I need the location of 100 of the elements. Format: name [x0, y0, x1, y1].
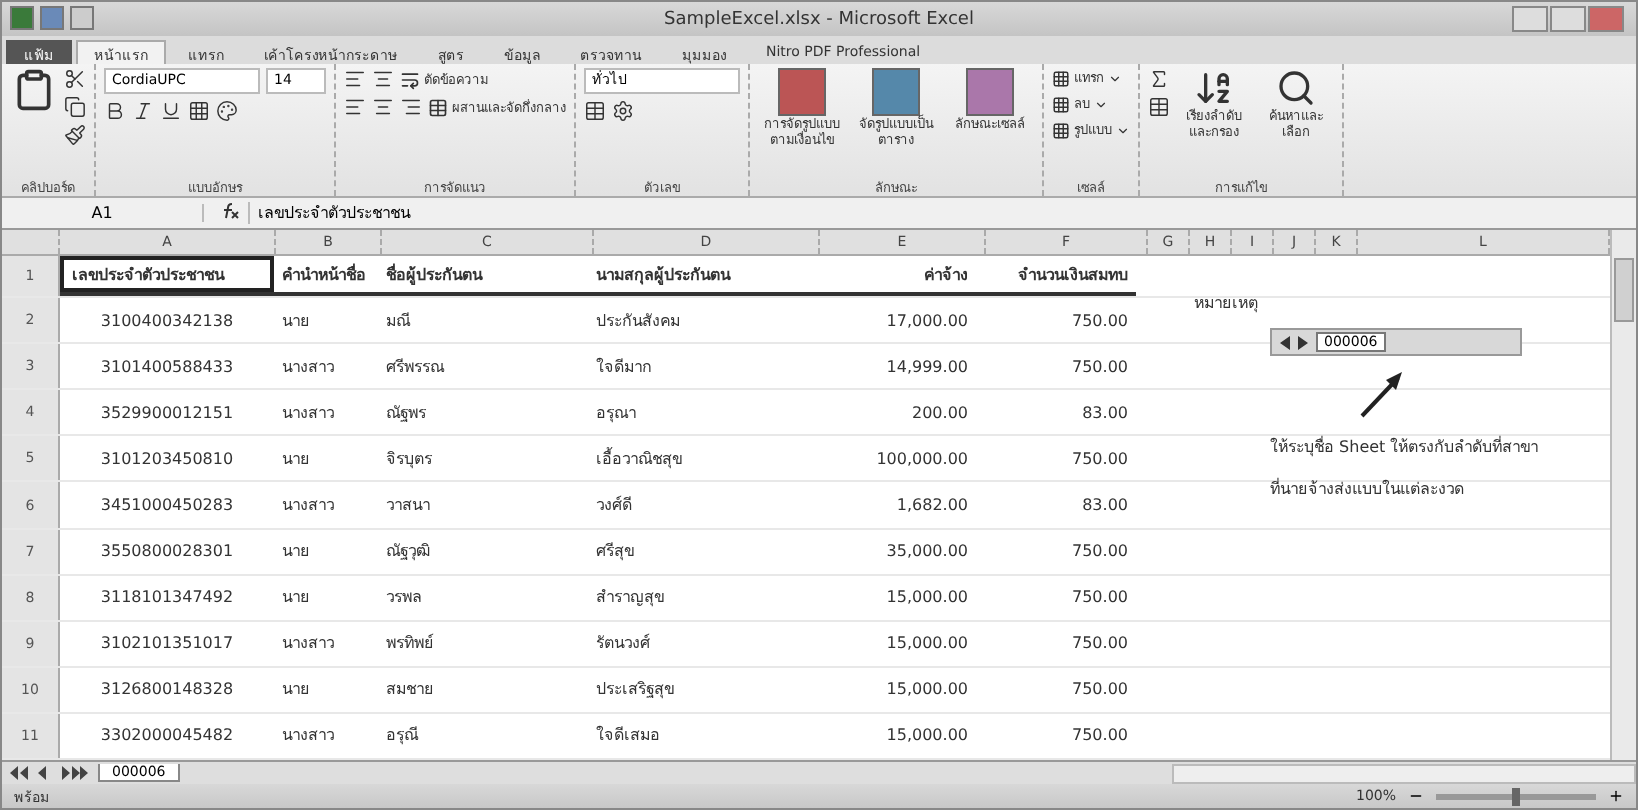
nav-arrows-icon [1280, 335, 1308, 349]
table-cell-text: 200.00 [910, 401, 970, 426]
table-cell-text: ประเสริฐสุข [594, 678, 676, 703]
table-cell-text: มณี [384, 309, 413, 334]
bold-icon[interactable] [104, 100, 126, 122]
minimize-button[interactable] [1512, 6, 1548, 32]
table-cell-text: นาย [280, 447, 312, 472]
table-cell-text: อรุณี [384, 724, 421, 749]
grid-icon [1052, 121, 1070, 139]
header-cell-text: คำนำหน้าชื่อ [280, 261, 368, 288]
table-cell-text: 100,000.00 [874, 447, 970, 472]
cut-icon[interactable] [64, 68, 86, 90]
name-box[interactable]: A1 [2, 204, 204, 222]
table-cell-text: ประกันสังคม [594, 309, 682, 334]
table-cell-text: ใจดีมาก [594, 355, 654, 380]
italic-icon[interactable] [132, 100, 154, 122]
table-cell-text: 15,000.00 [884, 724, 970, 749]
grid-icon [1052, 69, 1070, 87]
table-cell-text: นาย [280, 586, 312, 611]
table-cell-text: วาสนา [384, 494, 432, 518]
table-cell-text: ศรีสุข [594, 540, 636, 565]
table-cell-text: 83.00 [1080, 494, 1130, 518]
table-cell-text: 35,000.00 [884, 540, 970, 565]
header-cell-text: จำนวนเงินสมทบ [1016, 263, 1130, 288]
table-cell-text: นางสาว [280, 401, 336, 426]
table-cell-text: นางสาว [280, 355, 336, 380]
fill-color-icon[interactable] [216, 100, 238, 122]
align-center-icon[interactable] [372, 96, 394, 118]
table-cell-text: นาย [280, 309, 312, 334]
underline-icon[interactable] [160, 100, 182, 122]
table-cell-text: 3529900012151 [98, 401, 236, 426]
table-cell-text: 15,000.00 [884, 586, 970, 611]
table-cell-text: ใจดีเสมอ [594, 723, 662, 749]
table-cell-text: 3101203450810 [98, 447, 236, 472]
table-cell-text: 15,000.00 [884, 632, 970, 657]
table-cell-text: 750.00 [1070, 447, 1130, 472]
formula-field[interactable]: เลขประจำตัวประชาชน [258, 200, 1636, 226]
table-cell-text: 750.00 [1070, 540, 1130, 565]
table-cell-text: 3100400342138 [98, 309, 236, 334]
header-cell-text: นามสกุลผู้ประกันตน [594, 263, 733, 289]
zoom-in-icon[interactable] [1608, 788, 1624, 804]
copy-icon[interactable] [64, 96, 86, 118]
header-cell-text: ค่าจ้าง [922, 263, 970, 288]
table-cell-text: 750.00 [1070, 355, 1130, 380]
maximize-button[interactable] [1550, 6, 1586, 32]
header-cell-text: ชื่อผู้ประกันตน [384, 261, 485, 289]
table-cell-text: 750.00 [1070, 309, 1130, 334]
align-left-icon[interactable] [344, 96, 366, 118]
autosum-icon[interactable] [1148, 68, 1170, 90]
table-cell-text: 17,000.00 [884, 309, 970, 334]
table-cell-text: 750.00 [1070, 678, 1130, 703]
wrap-text-icon [400, 69, 420, 89]
table-cell-text: เอื้อวาณิชสุข [594, 445, 684, 473]
search-icon [1276, 68, 1316, 108]
merge-icon [428, 97, 448, 117]
border-icon[interactable] [188, 100, 210, 122]
vertical-scrollbar[interactable] [1610, 230, 1636, 760]
table-cell-text: 3118101347492 [98, 586, 236, 611]
table-cell-text: ณัฐพร [384, 401, 428, 426]
format-painter-icon[interactable] [64, 124, 86, 146]
table-cell-text: 750.00 [1070, 724, 1130, 749]
table-cell-text: 750.00 [1070, 586, 1130, 611]
table-cell-text: 3550800028301 [98, 540, 236, 565]
table-cell-text: 3102101351017 [98, 632, 236, 657]
window-title: SampleExcel.xlsx - Microsoft Excel [664, 9, 974, 29]
table-cell-text: 14,999.00 [884, 355, 970, 380]
table-cell-text: 3126800148328 [98, 678, 236, 703]
table-cell-text: 1,682.00 [894, 494, 970, 518]
table-cell-text: อรุณา [594, 401, 638, 427]
table-cell-text: ศรีพรรณ [384, 355, 447, 380]
table-cell-text: 3101400588433 [98, 355, 236, 380]
table-cell-text: วรพล [384, 586, 424, 611]
table-cell-text: นางสาว [280, 724, 336, 749]
note-text: ที่นายจ้างส่งแบบในแต่ละงวด [1270, 476, 1466, 502]
table-cell-text: พรทิพย์ [384, 631, 436, 657]
table-cell-text: วงศ์ดี [594, 493, 634, 518]
paste-icon[interactable] [12, 68, 56, 112]
table-cell-text: 750.00 [1070, 632, 1130, 657]
table-cell-text: สมชาย [384, 678, 436, 703]
table-cell-text: 83.00 [1080, 401, 1130, 426]
table-cell-text: ณัฐวุฒิ [384, 540, 432, 565]
grid-icon [1052, 95, 1070, 113]
table-cell-text: รัตนวงศ์ [594, 631, 652, 657]
horizontal-scrollbar[interactable] [1172, 763, 1636, 783]
table-cell-text: จิรบุตร [384, 447, 434, 473]
sort-icon [1194, 68, 1234, 108]
table-cell-text: นาย [280, 540, 312, 565]
table-cell-text: นางสาว [280, 494, 336, 518]
table-cell-text: 3451000450283 [98, 494, 236, 518]
sheet-nav-icon[interactable] [10, 766, 90, 780]
note-title: หมายเหตุ [1194, 292, 1260, 316]
table-cell-text: 15,000.00 [884, 678, 970, 703]
table-cell-text: นาย [280, 678, 312, 703]
table-cell-text: นางสาว [280, 632, 336, 657]
zoom-thumb[interactable] [1512, 787, 1520, 805]
align-right-icon[interactable] [400, 96, 422, 118]
table-cell-text: สำราญสุข [594, 586, 666, 611]
header-cell: เลขประจำตัวประชาชน [60, 256, 274, 293]
table-cell-text: 3302000045482 [98, 724, 236, 749]
note-text: ให้ระบุชื่อ Sheet ให้ตรงกับลำดับที่สาขา [1270, 434, 1539, 461]
